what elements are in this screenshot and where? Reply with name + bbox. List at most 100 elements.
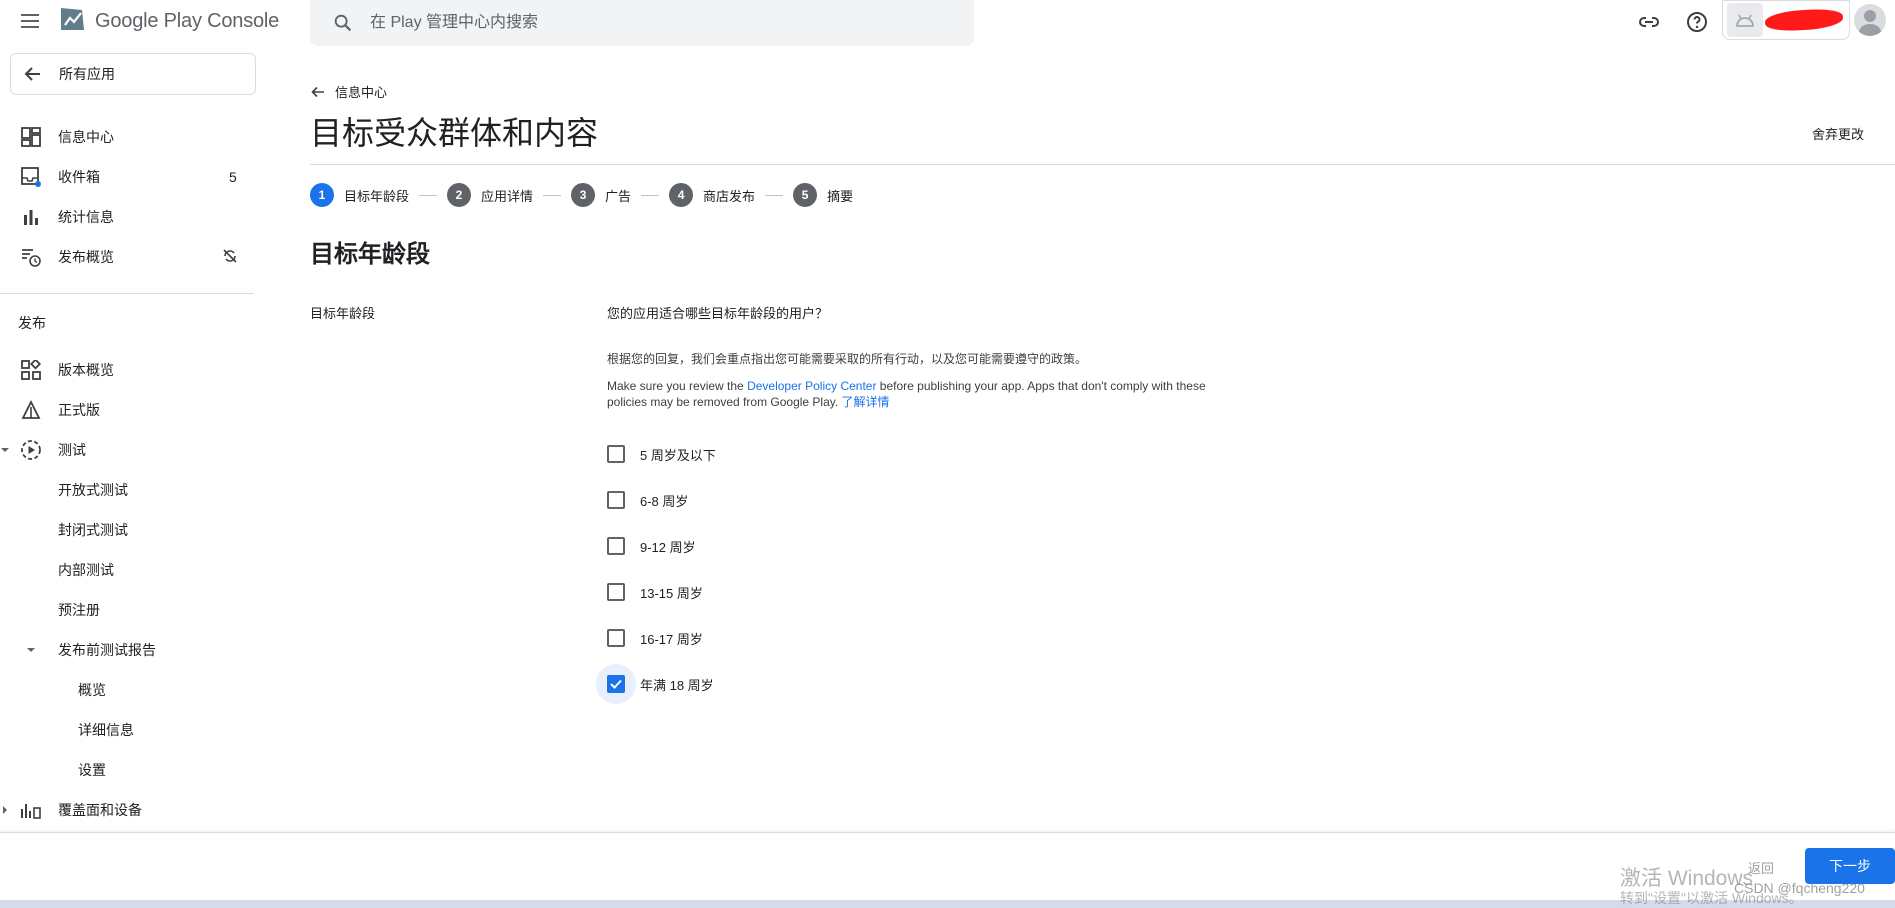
section-heading: 目标年龄段: [310, 241, 430, 268]
step-number: 3: [571, 183, 596, 207]
caret-right-icon[interactable]: [0, 802, 10, 818]
sidebar-item-label: 设置: [78, 762, 106, 778]
main-menu-button[interactable]: [18, 10, 42, 34]
checkbox[interactable]: [607, 445, 625, 463]
play-console-logo-icon[interactable]: [58, 4, 88, 34]
step-separator: [543, 194, 562, 196]
policy-note: Make sure you review the Developer Polic…: [607, 378, 1207, 410]
step-app-details[interactable]: 2 应用详情: [447, 183, 533, 207]
title-divider: [310, 164, 1895, 165]
link-icon[interactable]: [1636, 9, 1662, 35]
checkbox[interactable]: [607, 491, 625, 509]
sidebar-item-dashboard[interactable]: 信息中心: [0, 119, 256, 155]
redacted-account-name: [1764, 7, 1844, 33]
sidebar-item-pre-launch-report[interactable]: 发布前测试报告: [0, 632, 256, 668]
taskbar-strip: [0, 900, 1895, 908]
sidebar-item-publishing-overview[interactable]: 发布概览: [0, 239, 256, 275]
sidebar-item-report-overview[interactable]: 概览: [0, 672, 256, 708]
option-label: 6-8 周岁: [640, 493, 689, 509]
age-option-16-17[interactable]: 16-17 周岁: [596, 618, 703, 658]
age-option-13-15[interactable]: 13-15 周岁: [596, 572, 703, 612]
caret-down-icon[interactable]: [26, 642, 36, 658]
inbox-icon: [19, 165, 43, 189]
all-apps-button[interactable]: 所有应用: [10, 53, 256, 95]
sidebar-item-label: 预注册: [58, 602, 100, 618]
sidebar-item-pre-registration[interactable]: 预注册: [0, 592, 256, 628]
discard-changes-button[interactable]: 舍弃更改: [1812, 124, 1864, 143]
sidebar-item-closed-testing[interactable]: 封闭式测试: [0, 512, 256, 548]
learn-more-link[interactable]: 了解详情: [842, 395, 890, 409]
next-button[interactable]: 下一步: [1805, 848, 1895, 884]
sidebar-item-label: 版本概览: [58, 362, 114, 378]
checkbox-wrapper: [596, 526, 636, 566]
step-target-age[interactable]: 1 目标年龄段: [310, 183, 409, 207]
app-account-switcher[interactable]: [1722, 0, 1850, 40]
menu-icon-bar: [21, 20, 39, 22]
search-bar[interactable]: [310, 0, 974, 46]
user-avatar[interactable]: [1854, 4, 1886, 36]
step-separator: [765, 194, 784, 196]
age-option-18-plus[interactable]: 年满 18 周岁: [596, 664, 714, 704]
sidebar-item-reach-devices[interactable]: 覆盖面和设备: [0, 792, 256, 828]
sidebar-item-label: 测试: [58, 442, 86, 458]
sync-disabled-icon: [222, 248, 238, 267]
all-apps-label: 所有应用: [59, 66, 115, 82]
question-text: 您的应用适合哪些目标年龄段的用户？: [607, 306, 829, 321]
step-number: 2: [447, 183, 472, 207]
android-app-icon: [1727, 3, 1763, 37]
csdn-watermark: CSDN @fqcheng220: [1734, 880, 1865, 896]
sidebar-item-statistics[interactable]: 统计信息: [0, 199, 256, 235]
step-summary[interactable]: 5 摘要: [793, 183, 853, 207]
age-option-5-under[interactable]: 5 周岁及以下: [596, 434, 716, 474]
sidebar-section-release: 发布: [18, 315, 46, 331]
age-option-9-12[interactable]: 9-12 周岁: [596, 526, 696, 566]
sidebar-item-internal-testing[interactable]: 内部测试: [0, 552, 256, 588]
arrow-back-icon: [311, 84, 327, 100]
checkbox-checked[interactable]: [607, 675, 625, 693]
description-text: 根据您的回复，我们会重点指出您可能需要采取的所有行动，以及您可能需要遵守的政策。: [607, 352, 1088, 366]
sidebar-item-inbox[interactable]: 收件箱 5: [0, 159, 256, 195]
sidebar-item-production[interactable]: 正式版: [0, 392, 256, 428]
sidebar-item-open-testing[interactable]: 开放式测试: [0, 472, 256, 508]
sidebar-item-testing[interactable]: 测试: [0, 432, 256, 468]
sidebar-item-label: 覆盖面和设备: [58, 802, 142, 818]
sidebar-item-label: 收件箱: [58, 169, 100, 185]
menu-icon-bar: [21, 14, 39, 16]
sidebar-item-label: 发布概览: [58, 249, 114, 265]
sidebar-item-label: 概览: [78, 682, 106, 698]
sidebar-item-report-settings[interactable]: 设置: [0, 752, 256, 788]
age-option-6-8[interactable]: 6-8 周岁: [596, 480, 688, 520]
stepper: 1 目标年龄段 2 应用详情 3 广告 4 商店发布 5 摘要: [310, 183, 853, 207]
checkbox[interactable]: [607, 583, 625, 601]
sidebar-item-release-overview[interactable]: 版本概览: [0, 352, 256, 388]
step-label: 广告: [605, 188, 632, 204]
dashboard-icon: [19, 125, 43, 149]
checkbox-wrapper: [596, 434, 636, 474]
step-separator: [419, 194, 438, 196]
step-ads[interactable]: 3 广告: [571, 183, 631, 207]
page-title: 目标受众群体和内容: [310, 115, 599, 151]
sidebar-item-label: 统计信息: [58, 209, 114, 225]
help-icon[interactable]: [1684, 9, 1710, 35]
breadcrumb-back-dashboard[interactable]: 信息中心: [311, 82, 387, 101]
breadcrumb-label: 信息中心: [335, 85, 388, 100]
developer-policy-center-link[interactable]: Developer Policy Center: [747, 379, 876, 393]
step-separator: [641, 194, 660, 196]
checkbox[interactable]: [607, 537, 625, 555]
sidebar-item-label: 正式版: [58, 402, 100, 418]
arrow-back-icon: [21, 62, 45, 86]
brand-name[interactable]: Google Play Console: [95, 10, 279, 33]
checkbox-wrapper: [596, 618, 636, 658]
sidebar-item-report-details[interactable]: 详细信息: [0, 712, 256, 748]
checkbox[interactable]: [607, 629, 625, 647]
caret-down-icon[interactable]: [0, 442, 10, 458]
search-input[interactable]: [370, 0, 950, 46]
back-button[interactable]: 返回: [1748, 858, 1774, 877]
step-number: 4: [669, 183, 694, 207]
sidebar-item-label: 封闭式测试: [58, 522, 128, 538]
sidebar-item-label: 详细信息: [78, 722, 134, 738]
step-label: 目标年龄段: [344, 188, 410, 204]
step-store-presence[interactable]: 4 商店发布: [669, 183, 755, 207]
production-warning-icon: [19, 398, 43, 422]
option-label: 16-17 周岁: [640, 631, 703, 647]
